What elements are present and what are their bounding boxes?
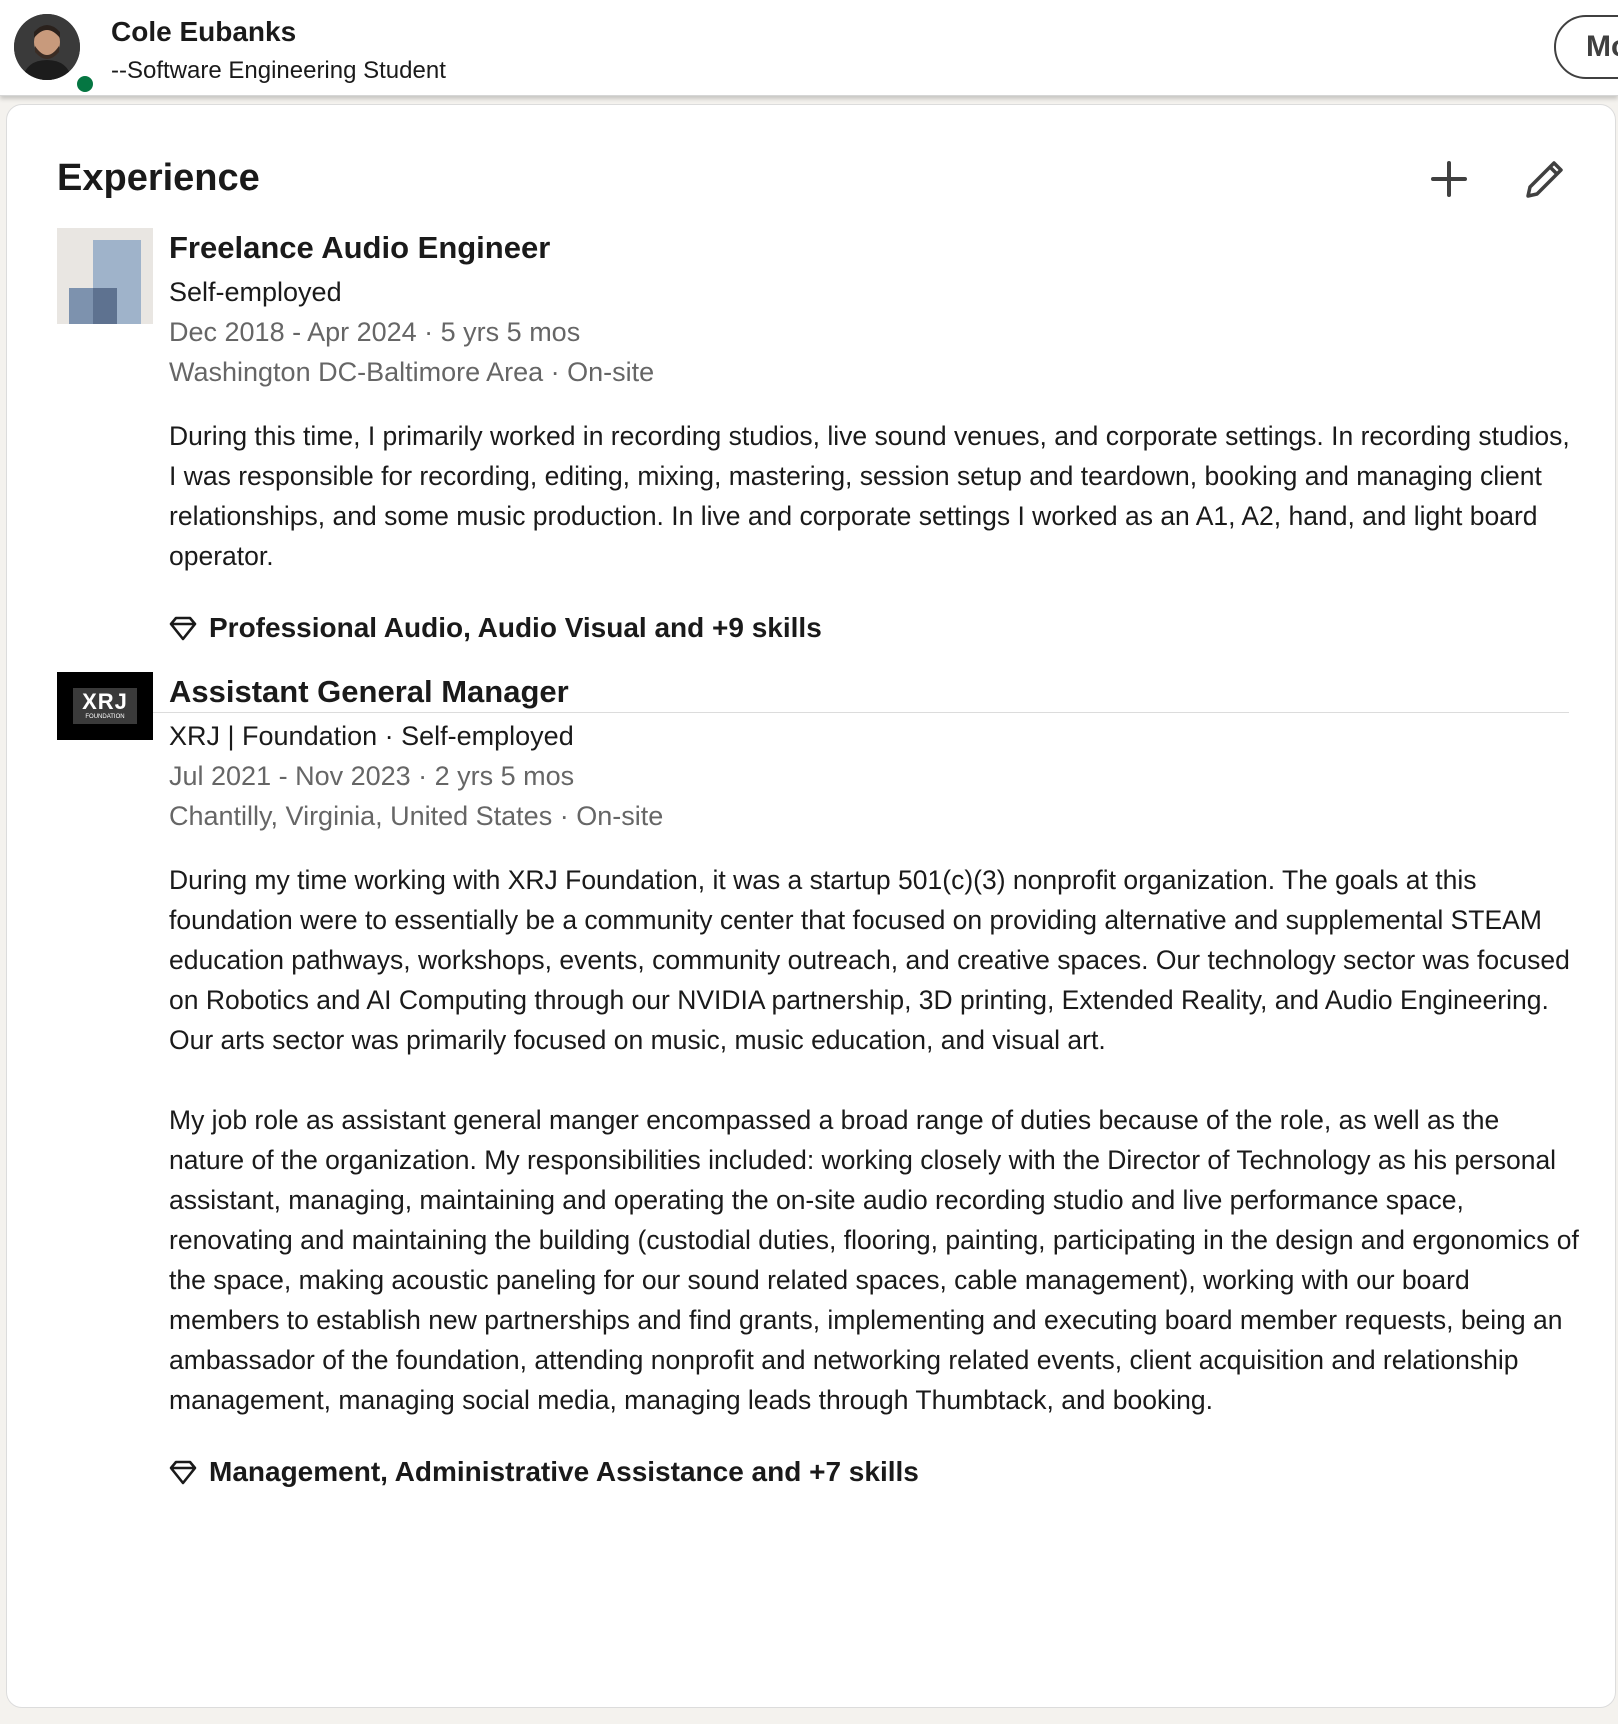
xrj-foundation-logo[interactable]: XRJ FOUNDATION — [57, 672, 153, 740]
experience-section: Experience Freelance Audio Engineer Self… — [6, 104, 1616, 1708]
logo-subtext: FOUNDATION — [85, 714, 125, 720]
online-status-indicator — [74, 73, 96, 95]
job-description: During my time working with XRJ Foundati… — [169, 865, 1579, 1415]
avatar-photo — [14, 14, 80, 80]
diamond-icon — [169, 613, 199, 643]
abstract-squares-logo[interactable] — [57, 228, 153, 324]
more-button[interactable]: Mo — [1554, 15, 1618, 79]
skills-link[interactable]: Management, Administrative Assistance an… — [169, 1452, 1579, 1492]
job-title[interactable]: Assistant General Manager — [169, 672, 1579, 716]
avatar[interactable] — [14, 14, 96, 95]
edit-experience-button[interactable] — [1517, 151, 1573, 207]
pencil-icon — [1526, 161, 1563, 198]
company-name: Self-employed — [169, 277, 342, 307]
job-description: During this time, I primarily worked in … — [169, 421, 1570, 571]
profile-name[interactable]: Cole Eubanks — [111, 16, 296, 48]
skills-link[interactable]: Professional Audio, Audio Visual and +9 … — [169, 608, 1579, 648]
diamond-icon — [169, 1457, 199, 1487]
job-title[interactable]: Freelance Audio Engineer — [169, 228, 1579, 272]
job-location: Washington DC-Baltimore Area · On-site — [169, 357, 655, 387]
skills-summary: Professional Audio, Audio Visual and +9 … — [209, 612, 822, 643]
experience-item-details: Assistant General Manager XRJ | Foundati… — [169, 672, 1579, 1492]
logo-wordmark: XRJ — [82, 689, 128, 714]
company-name: XRJ | Foundation · Self-employed — [169, 721, 574, 751]
section-title: Experience — [57, 157, 260, 199]
plus-icon — [1431, 161, 1467, 197]
add-experience-button[interactable] — [1421, 151, 1477, 207]
experience-item-details: Freelance Audio Engineer Self-employed D… — [169, 228, 1579, 648]
profile-sticky-header: Cole Eubanks --Software Engineering Stud… — [0, 0, 1618, 96]
employment-dates: Jul 2021 - Nov 2023 · 2 yrs 5 mos — [169, 761, 575, 791]
job-location: Chantilly, Virginia, United States · On-… — [169, 801, 664, 831]
logo-plate: XRJ FOUNDATION — [73, 688, 137, 724]
skills-summary: Management, Administrative Assistance an… — [209, 1456, 919, 1487]
employment-dates: Dec 2018 - Apr 2024 · 5 yrs 5 mos — [169, 317, 581, 347]
profile-headline: --Software Engineering Student — [111, 57, 446, 84]
